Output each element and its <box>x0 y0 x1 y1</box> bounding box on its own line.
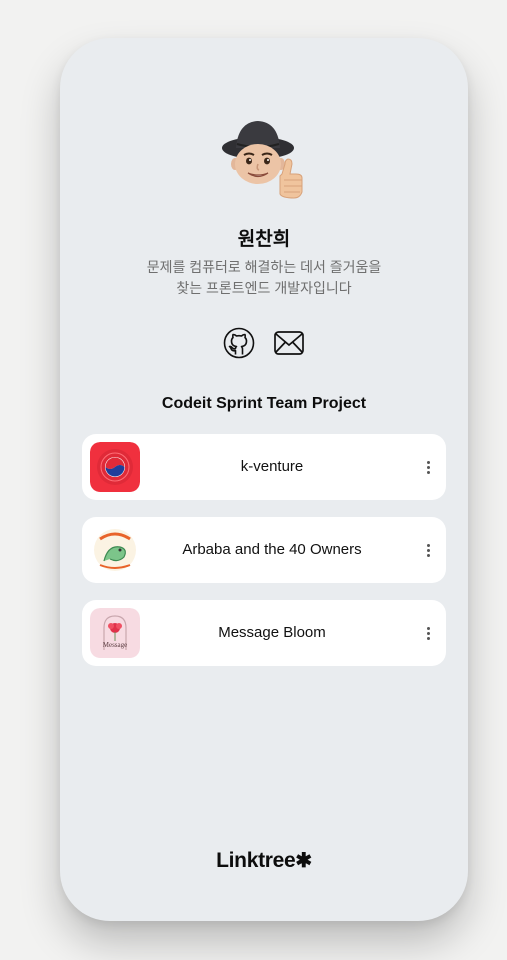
more-options-icon[interactable] <box>422 456 434 478</box>
mail-icon[interactable] <box>273 327 305 359</box>
arbaba-logo <box>90 525 140 575</box>
link-label: Arbaba and the 40 Owners <box>182 541 362 558</box>
section-title: Codeit Sprint Team Project <box>161 395 367 412</box>
profile-card: 원찬희 문제를 컴퓨터로 해결하는 데서 즐거움을 찾는 프론트엔드 개발자입니… <box>60 38 468 921</box>
link-label: k-venture <box>240 458 304 475</box>
profile-name: 원찬희 <box>237 229 291 250</box>
link-arbaba[interactable]: Arbaba and the 40 Owners <box>82 517 446 583</box>
avatar-memoji <box>222 121 303 199</box>
asterisk-icon: ✱ <box>295 850 312 872</box>
link-k-venture[interactable]: k-venture <box>82 434 446 500</box>
brand-text: Linktree <box>216 849 296 872</box>
more-options-icon[interactable] <box>422 622 434 644</box>
k-venture-logo <box>90 442 140 492</box>
link-message-bloom[interactable]: Message Message Bloom <box>82 600 446 666</box>
more-options-icon[interactable] <box>422 539 434 561</box>
github-icon[interactable] <box>223 327 255 359</box>
linktree-logo[interactable]: Linktree✱ <box>60 848 468 873</box>
message-bloom-logo: Message <box>90 608 140 658</box>
svg-text:Message: Message <box>103 641 128 649</box>
link-label: Message Bloom <box>218 624 326 641</box>
profile-bio: 문제를 컴퓨터로 해결하는 데서 즐거움을 찾는 프론트엔드 개발자입니다 <box>146 259 382 296</box>
social-links <box>60 327 468 359</box>
